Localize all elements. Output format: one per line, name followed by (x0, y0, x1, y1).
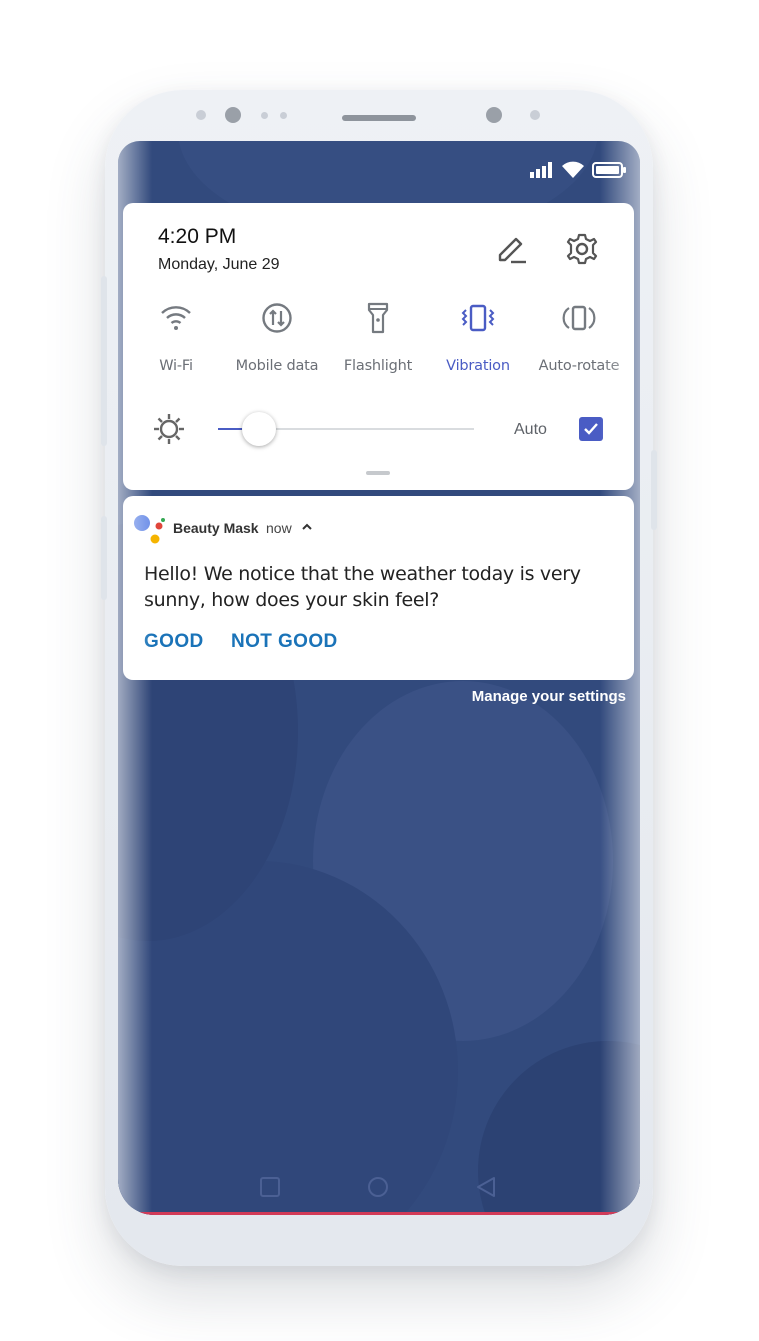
tile-label: Mobile data (235, 358, 319, 374)
gear-icon[interactable] (565, 232, 599, 266)
front-camera (225, 107, 241, 123)
auto-rotate-icon (562, 305, 596, 331)
good-button[interactable]: GOOD (144, 631, 204, 653)
auto-brightness-label: Auto (514, 421, 547, 438)
clock-date: Monday, June 29 (158, 256, 280, 273)
screen-edge-highlight (600, 141, 640, 1215)
signal-icon (530, 162, 552, 178)
chevron-up-icon[interactable] (301, 520, 313, 534)
tile-label: Vibration (446, 358, 510, 374)
notification-time: now (266, 520, 292, 536)
phone-screen: 4:20 PM Monday, June 29 Wi-Fi Mobile dat… (118, 141, 640, 1215)
check-icon (584, 423, 598, 435)
not-good-button[interactable]: NOT GOOD (231, 631, 338, 653)
iris-camera (486, 107, 502, 123)
side-button-left-lower (101, 516, 107, 600)
flashlight-icon (367, 302, 389, 334)
sensor (280, 112, 287, 119)
mobile-data-icon (262, 303, 292, 333)
side-button-left (101, 276, 107, 446)
power-button (651, 450, 657, 530)
notification-card[interactable]: Beauty Mask now Hello! We notice that th… (123, 496, 634, 680)
screen-bottom-accent (138, 1212, 620, 1215)
brightness-slider-thumb[interactable] (241, 412, 276, 446)
clock-time: 4:20 PM (158, 225, 237, 248)
tile-vibration[interactable]: Vibration (423, 298, 533, 374)
earpiece-speaker (342, 115, 416, 121)
brightness-icon (154, 414, 184, 444)
quick-settings-panel: 4:20 PM Monday, June 29 Wi-Fi Mobile dat… (123, 203, 634, 490)
screen-edge-highlight (118, 141, 152, 1215)
sensor (261, 112, 268, 119)
tile-label: Flashlight (343, 358, 413, 374)
sensor (530, 110, 540, 120)
vibration-icon (461, 304, 495, 332)
notification-app-name: Beauty Mask (173, 520, 259, 536)
wifi-icon (562, 161, 584, 178)
notification-message: Hello! We notice that the weather today … (144, 563, 581, 611)
back-icon[interactable] (474, 1175, 498, 1199)
sensor (196, 110, 206, 120)
tile-mobile-data[interactable]: Mobile data (222, 298, 332, 374)
recents-icon[interactable] (258, 1175, 282, 1199)
wifi-icon (161, 306, 191, 330)
drag-handle[interactable] (366, 471, 390, 475)
tile-flashlight[interactable]: Flashlight (323, 298, 433, 374)
home-icon[interactable] (366, 1175, 390, 1199)
edit-icon[interactable] (496, 233, 528, 265)
